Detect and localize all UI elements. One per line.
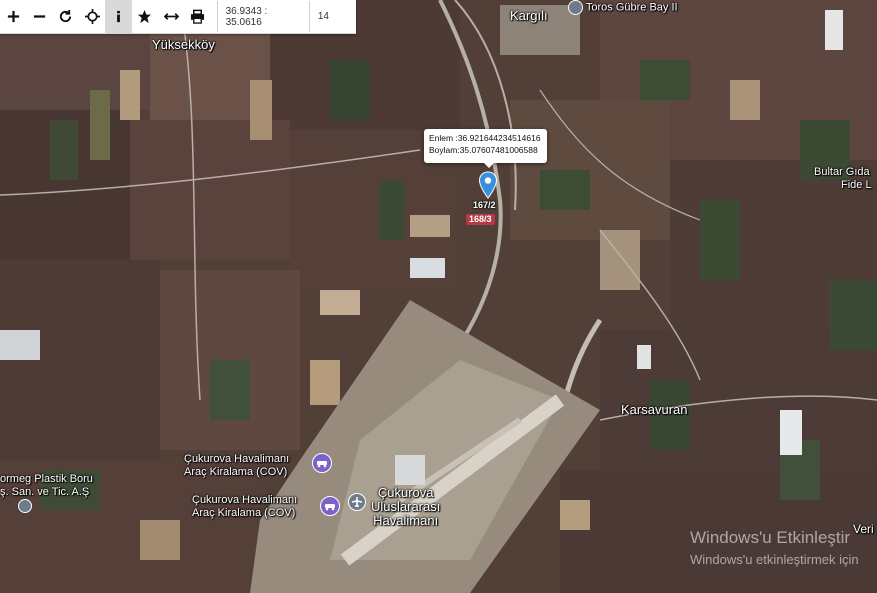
coordinates-display: 36.9343 : 35.0616 [216, 1, 309, 32]
popup-longitude: Boylam:35.07607481006588 [429, 145, 538, 155]
locate-button[interactable] [79, 0, 105, 33]
zoom-level-display: 14 [308, 1, 356, 32]
print-button[interactable] [184, 0, 210, 33]
location-pin-icon [568, 0, 583, 15]
arrows-horizontal-icon [163, 13, 179, 20]
poi-rental-2-line2: Araç Kiralama (COV) [192, 507, 296, 519]
poi-rental-2[interactable]: Çukurova Havalimanı Araç Kiralama (COV) [192, 494, 297, 520]
crosshair-icon [84, 9, 100, 24]
map-toolbar: 36.9343 : 35.0616 14 [0, 0, 356, 34]
place-label-karsavuran: Karsavuran [621, 402, 688, 417]
favorites-button[interactable] [132, 0, 158, 33]
parcel-label-selected[interactable]: 167/2 [470, 200, 499, 211]
car-rental-icon[interactable] [312, 453, 332, 473]
place-label-bultar: Bultar Gıda [814, 166, 870, 178]
airport-label[interactable]: Çukurova Uluslararası Havalimanı [371, 486, 440, 528]
airport-label-line3: Havalimanı [373, 513, 439, 528]
airport-label-line2: Uluslararası [371, 499, 441, 514]
poi-rental-2-line1: Çukurova Havalimanı [192, 494, 298, 506]
plus-icon [7, 10, 19, 23]
poi-rental-1-line1: Çukurova Havalimanı [184, 453, 290, 465]
car-rental-icon[interactable] [320, 496, 340, 516]
location-marker-icon[interactable] [478, 171, 498, 199]
poi-plastic-line2: ş. San. ve Tic. A.Ş [0, 486, 90, 498]
minus-icon [33, 15, 46, 18]
place-label-fide: Fide L [841, 179, 872, 191]
poi-plastic[interactable]: ormeg Plastik Boru ş. San. ve Tic. A.Ş [0, 473, 93, 499]
zoom-out-button[interactable] [26, 0, 52, 33]
star-icon [138, 9, 152, 24]
info-button[interactable] [105, 0, 132, 33]
refresh-button[interactable] [53, 0, 79, 33]
poi-plastic-line1: ormeg Plastik Boru [0, 473, 93, 485]
info-icon [117, 10, 120, 23]
measure-button[interactable] [158, 0, 184, 33]
place-label-veri: Veri [853, 522, 874, 536]
airport-label-line1: Çukurova [377, 485, 434, 500]
factory-icon[interactable] [18, 499, 32, 513]
popup-latitude: Enlem :36.921644234514616 [429, 133, 541, 143]
place-pin-toros[interactable]: Toros Gübre Bay II [568, 0, 678, 15]
poi-rental-1[interactable]: Çukurova Havalimanı Araç Kiralama (COV) [184, 453, 289, 479]
zoom-in-button[interactable] [0, 0, 26, 33]
windows-activation-subtext: Windows'u etkinleştirmek için [690, 552, 859, 567]
refresh-icon [60, 9, 72, 23]
windows-activation-watermark: Windows'u Etkinleştir [690, 528, 851, 547]
place-label-yuksekkoy: Yüksekköy [152, 37, 215, 52]
place-label-toros: Toros Gübre Bay II [585, 1, 678, 14]
popup-tail [483, 162, 495, 168]
coordinate-popup: Enlem :36.921644234514616 Boylam:35.0760… [424, 129, 547, 163]
printer-icon [190, 9, 205, 24]
parcel-label-adjacent[interactable]: 168/3 [466, 214, 495, 225]
airport-icon[interactable] [348, 493, 366, 511]
place-label-kargili: Kargılı [510, 8, 548, 23]
poi-rental-1-line2: Araç Kiralama (COV) [184, 466, 288, 478]
